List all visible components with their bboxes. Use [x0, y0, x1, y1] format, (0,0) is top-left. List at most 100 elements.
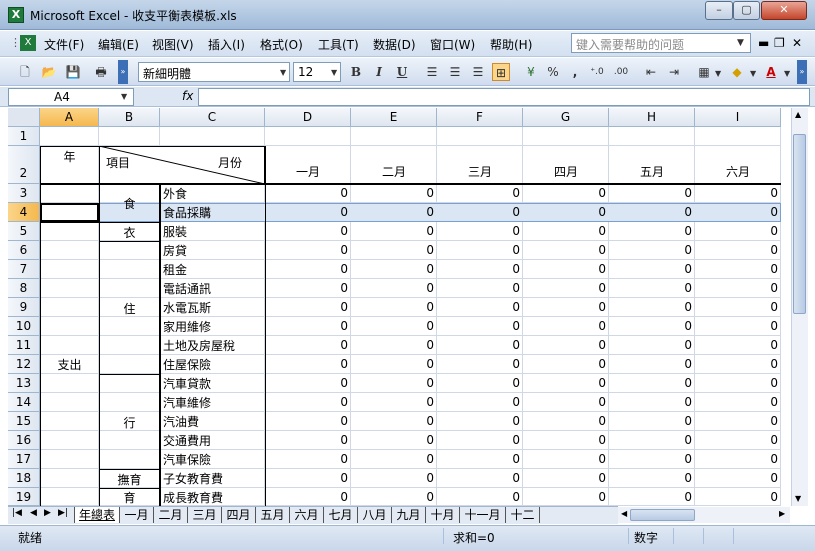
menu-item-1[interactable]: 编辑(E): [98, 36, 139, 53]
value-cell[interactable]: 0: [351, 186, 436, 200]
value-cell[interactable]: 0: [523, 357, 608, 371]
grid-cell[interactable]: [40, 317, 99, 336]
row-header-13[interactable]: 13: [8, 374, 40, 393]
value-cell[interactable]: 0: [609, 471, 694, 485]
value-cell[interactable]: 0: [265, 224, 350, 238]
value-cell[interactable]: 0: [437, 357, 522, 371]
value-cell[interactable]: 0: [437, 376, 522, 390]
font-name-select[interactable]: 新細明體: [138, 62, 290, 82]
value-cell[interactable]: 0: [523, 205, 608, 219]
menu-item-0[interactable]: 文件(F): [44, 36, 84, 53]
grid-cell[interactable]: [40, 127, 99, 146]
row-header-1[interactable]: 1: [8, 127, 40, 146]
row-header-5[interactable]: 5: [8, 222, 40, 241]
value-cell[interactable]: 0: [265, 186, 350, 200]
grid-cell[interactable]: [40, 279, 99, 298]
active-cell-A4[interactable]: [40, 203, 99, 222]
value-cell[interactable]: 0: [351, 452, 436, 466]
fill-dropdown-icon[interactable]: ▼: [750, 69, 756, 78]
value-cell[interactable]: 0: [437, 262, 522, 276]
scroll-left-icon[interactable]: ◀: [621, 509, 627, 518]
sheet-tab-10[interactable]: 十月: [426, 507, 460, 523]
value-cell[interactable]: 0: [437, 243, 522, 257]
grid-cell[interactable]: [40, 450, 99, 469]
decrease-indent-icon[interactable]: ⇤: [642, 63, 660, 81]
column-header-I[interactable]: I: [695, 108, 781, 127]
horizontal-scroll-thumb[interactable]: [630, 509, 695, 521]
sheet-tab-8[interactable]: 八月: [358, 507, 392, 523]
vertical-scroll-thumb[interactable]: [793, 134, 806, 314]
value-cell[interactable]: 0: [609, 281, 694, 295]
value-cell[interactable]: 0: [351, 376, 436, 390]
value-cell[interactable]: 0: [523, 319, 608, 333]
row-header-3[interactable]: 3: [8, 184, 40, 203]
align-right-icon[interactable]: ☰: [469, 63, 487, 81]
value-cell[interactable]: 0: [609, 338, 694, 352]
align-left-icon[interactable]: ☰: [423, 63, 441, 81]
row-header-18[interactable]: 18: [8, 469, 40, 488]
excel-app-icon[interactable]: X: [8, 7, 24, 23]
value-cell[interactable]: 0: [523, 281, 608, 295]
value-cell[interactable]: 0: [609, 243, 694, 257]
sheet-tab-6[interactable]: 六月: [290, 507, 324, 523]
grid-cell[interactable]: [40, 336, 99, 355]
value-cell[interactable]: 0: [695, 224, 780, 238]
value-cell[interactable]: 0: [437, 433, 522, 447]
toolbar-options-icon[interactable]: »: [118, 60, 128, 84]
grid-cell[interactable]: [40, 241, 99, 260]
column-header-G[interactable]: G: [523, 108, 609, 127]
value-cell[interactable]: 0: [351, 262, 436, 276]
value-cell[interactable]: 0: [609, 433, 694, 447]
column-header-A[interactable]: A: [40, 108, 99, 127]
value-cell[interactable]: 0: [523, 414, 608, 428]
value-cell[interactable]: 0: [609, 452, 694, 466]
value-cell[interactable]: 0: [437, 300, 522, 314]
increase-decimal-icon[interactable]: ⁺.0: [588, 63, 606, 81]
scroll-right-icon[interactable]: ▶: [779, 509, 785, 518]
grid-cell[interactable]: [609, 127, 695, 146]
grid-cell[interactable]: [40, 222, 99, 241]
menu-item-7[interactable]: 窗口(W): [430, 36, 475, 53]
value-cell[interactable]: 0: [437, 338, 522, 352]
value-cell[interactable]: 0: [265, 471, 350, 485]
menu-item-2[interactable]: 视图(V): [152, 36, 194, 53]
sheet-tab-0[interactable]: 年總表: [74, 507, 120, 523]
value-cell[interactable]: 0: [437, 471, 522, 485]
font-dropdown-icon[interactable]: ▼: [280, 68, 286, 77]
italic-button[interactable]: I: [370, 63, 388, 81]
grid-cell[interactable]: [695, 127, 781, 146]
value-cell[interactable]: 0: [609, 224, 694, 238]
column-header-F[interactable]: F: [437, 108, 523, 127]
grid-cell[interactable]: [160, 127, 265, 146]
grid-cell[interactable]: [40, 298, 99, 317]
value-cell[interactable]: 0: [695, 376, 780, 390]
value-cell[interactable]: 0: [437, 452, 522, 466]
workbook-minimize-button[interactable]: ▬: [758, 36, 769, 50]
print-icon[interactable]: 🖶: [92, 63, 110, 81]
menu-item-3[interactable]: 插入(I): [208, 36, 245, 53]
value-cell[interactable]: 0: [351, 338, 436, 352]
value-cell[interactable]: 0: [265, 395, 350, 409]
workbook-icon[interactable]: X: [20, 35, 36, 51]
value-cell[interactable]: 0: [523, 186, 608, 200]
value-cell[interactable]: 0: [695, 357, 780, 371]
fill-color-icon[interactable]: ◆: [728, 63, 746, 81]
sheet-tab-5[interactable]: 五月: [256, 507, 290, 523]
value-cell[interactable]: 0: [609, 395, 694, 409]
toolbar-options-right-icon[interactable]: »: [797, 60, 807, 84]
borders-icon[interactable]: ▦: [695, 63, 713, 81]
sheet-tab-2[interactable]: 二月: [154, 507, 188, 523]
row-header-17[interactable]: 17: [8, 450, 40, 469]
value-cell[interactable]: 0: [609, 490, 694, 504]
select-all-corner[interactable]: [8, 108, 40, 127]
value-cell[interactable]: 0: [695, 452, 780, 466]
grid-cell[interactable]: [40, 260, 99, 279]
save-icon[interactable]: 💾: [64, 63, 82, 81]
value-cell[interactable]: 0: [351, 414, 436, 428]
value-cell[interactable]: 0: [609, 186, 694, 200]
value-cell[interactable]: 0: [265, 357, 350, 371]
value-cell[interactable]: 0: [695, 186, 780, 200]
value-cell[interactable]: 0: [437, 414, 522, 428]
value-cell[interactable]: 0: [523, 452, 608, 466]
grid-cell[interactable]: [99, 127, 160, 146]
